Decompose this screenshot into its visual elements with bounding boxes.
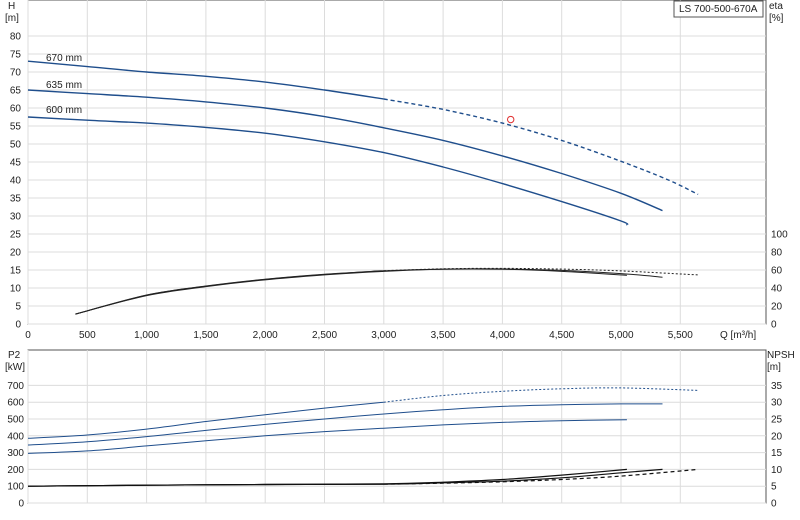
head-axis-label: H <box>8 1 15 12</box>
eta-tick-label: 60 <box>771 266 783 277</box>
head-tick-label: 10 <box>10 284 22 295</box>
x-tick-label: 500 <box>79 330 96 341</box>
head-tick-label: 5 <box>15 302 21 313</box>
power-tick-label: 300 <box>7 448 24 459</box>
head-tick-label: 35 <box>10 194 22 205</box>
head-tick-label: 80 <box>10 32 22 43</box>
npsh-tick-label: 0 <box>771 499 777 510</box>
npsh-tick-label: 35 <box>771 381 783 392</box>
x-tick-label: 3,000 <box>371 330 396 341</box>
x-tick-label: 3,500 <box>431 330 456 341</box>
npsh-tick-label: 25 <box>771 415 783 426</box>
npsh-tick-label: 10 <box>771 465 783 476</box>
x-tick-label: 2,000 <box>253 330 278 341</box>
head-tick-label: 45 <box>10 158 22 169</box>
npsh-tick-label: 30 <box>771 398 783 409</box>
pump-performance-chart: 0 500 1,000 1,500 2,000 2,500 3,000 3,500 4,000 4… <box>0 0 800 520</box>
head-tick-label: 40 <box>10 176 22 187</box>
flow-axis-label: Q [m³/h] <box>720 330 756 341</box>
x-tick-label: 2,500 <box>312 330 337 341</box>
head-tick-label: 50 <box>10 140 22 151</box>
head-tick-label: 65 <box>10 86 22 97</box>
power-tick-label: 200 <box>7 465 24 476</box>
x-tick-label: 0 <box>25 330 31 341</box>
npsh-tick-label: 5 <box>771 482 777 493</box>
head-tick-label: 30 <box>10 212 22 223</box>
model-title: LS 700-500-670A <box>679 4 758 15</box>
eta-axis-unit: [%] <box>769 13 784 24</box>
power-tick-label: 600 <box>7 398 24 409</box>
x-tick-label: 4,000 <box>490 330 515 341</box>
eta-tick-label: 40 <box>771 284 783 295</box>
curve-label-670: 670 mm <box>46 53 82 64</box>
npsh-tick-label: 20 <box>771 431 783 442</box>
curve-label-635: 635 mm <box>46 80 82 91</box>
power-axis-label: P2 <box>8 350 21 361</box>
head-tick-label: 70 <box>10 68 22 79</box>
x-tick-label: 4,500 <box>549 330 574 341</box>
eta-tick-label: 80 <box>771 248 783 259</box>
npsh-axis-unit: [m] <box>767 362 781 373</box>
power-tick-label: 700 <box>7 381 24 392</box>
head-tick-label: 55 <box>10 122 22 133</box>
eta-axis-label: eta <box>769 1 783 12</box>
curve-label-600: 600 mm <box>46 105 82 116</box>
x-tick-label: 1,500 <box>193 330 218 341</box>
head-tick-label: 15 <box>10 266 22 277</box>
head-tick-label: 60 <box>10 104 22 115</box>
x-tick-label: 5,500 <box>668 330 693 341</box>
npsh-axis-label: NPSH <box>767 350 795 361</box>
head-tick-label: 75 <box>10 50 22 61</box>
power-axis-unit: [kW] <box>5 362 25 373</box>
power-tick-label: 500 <box>7 415 24 426</box>
head-tick-label: 0 <box>15 320 21 331</box>
head-tick-label: 25 <box>10 230 22 241</box>
x-tick-label: 5,000 <box>608 330 633 341</box>
head-tick-label: 20 <box>10 248 22 259</box>
power-tick-label: 400 <box>7 431 24 442</box>
head-y-tick-labels: 0 5 10 15 20 25 30 35 40 45 50 55 60 65 70 75 80 <box>10 32 22 331</box>
npsh-tick-label: 15 <box>771 448 783 459</box>
eta-tick-label: 100 <box>771 230 788 241</box>
head-axis-unit: [m] <box>5 13 19 24</box>
x-tick-label: 1,000 <box>134 330 159 341</box>
power-tick-label: 100 <box>7 482 24 493</box>
power-tick-label: 0 <box>18 499 24 510</box>
eta-tick-label: 0 <box>771 320 777 331</box>
eta-tick-label: 20 <box>771 302 783 313</box>
